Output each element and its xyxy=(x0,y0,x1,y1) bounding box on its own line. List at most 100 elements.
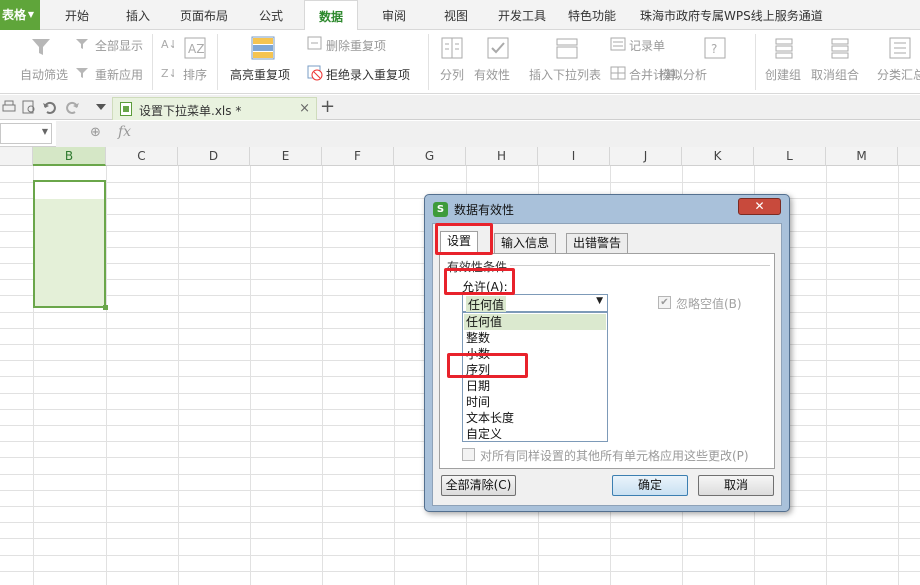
tab-error-alert[interactable]: 出错警告 xyxy=(566,233,629,253)
option-any-value[interactable]: 任何值 xyxy=(464,314,606,330)
reapply-button[interactable]: 重新应用 xyxy=(95,66,143,83)
tab-home[interactable]: 开始 xyxy=(65,0,89,30)
tab-developer[interactable]: 开发工具 xyxy=(498,0,546,30)
allow-label: 允许(A): xyxy=(462,280,508,294)
auto-filter-button[interactable]: 自动筛选 xyxy=(20,66,68,83)
column-header[interactable]: H xyxy=(466,147,538,166)
tab-data[interactable]: 数据 xyxy=(304,0,359,31)
formula-bar: ▼ ⊕ fx xyxy=(0,121,920,147)
tab-review[interactable]: 审阅 xyxy=(382,0,406,30)
split-column-icon xyxy=(441,37,463,59)
tab-gov-service[interactable]: 珠海市政府专属WPS线上服务通道 xyxy=(640,0,823,30)
tab-page-layout[interactable]: 页面布局 xyxy=(180,0,228,30)
option-custom[interactable]: 自定义 xyxy=(466,426,502,442)
insert-dropdown-button[interactable]: 插入下拉列表 xyxy=(529,66,601,83)
split-column-button[interactable]: 分列 xyxy=(440,66,464,83)
redo-icon[interactable] xyxy=(66,100,80,114)
print-preview-icon[interactable] xyxy=(22,100,36,114)
chevron-down-icon[interactable]: ▼ xyxy=(596,296,603,306)
chevron-down-icon: ▼ xyxy=(27,10,34,19)
consolidate-icon xyxy=(610,66,626,80)
settings-panel: 有效性条件 允许(A): 任何值 ▼ ✔ 忽略空值(B) 任何值 整数 小数 序… xyxy=(439,253,775,469)
apply-all-checkbox[interactable] xyxy=(462,448,475,461)
what-if-button[interactable]: 模拟分析 xyxy=(659,66,707,83)
tab-formulas[interactable]: 公式 xyxy=(259,0,283,30)
column-header[interactable]: C xyxy=(106,147,178,166)
reject-duplicates-icon xyxy=(307,65,323,81)
show-all-icon xyxy=(76,39,88,49)
column-header[interactable]: M xyxy=(826,147,898,166)
grid-line xyxy=(0,182,920,183)
option-decimal[interactable]: 小数 xyxy=(466,346,490,362)
fx-icon[interactable]: fx xyxy=(118,124,131,140)
document-tab[interactable]: 设置下拉菜单.xls * × xyxy=(112,97,317,120)
ok-button[interactable]: 确定 xyxy=(612,475,688,496)
tab-input-message[interactable]: 输入信息 xyxy=(494,233,557,253)
chevron-down-icon: ▼ xyxy=(41,127,48,136)
close-tab-icon[interactable]: × xyxy=(299,101,310,116)
record-form-button[interactable]: 记录单 xyxy=(629,37,665,54)
active-cell[interactable] xyxy=(35,182,104,199)
formula-input[interactable]: ⊕ fx xyxy=(56,121,920,147)
app-menu-button[interactable]: 表格 ▼ xyxy=(0,0,40,30)
svg-text:?: ? xyxy=(711,42,717,56)
clear-all-button[interactable]: 全部清除(C) xyxy=(441,475,516,496)
validation-button[interactable]: 有效性 xyxy=(474,66,510,83)
apply-all-label: 对所有同样设置的其他所有单元格应用这些更改(P) xyxy=(480,449,749,463)
reject-duplicates-button[interactable]: 拒绝录入重复项 xyxy=(326,66,410,83)
group-button[interactable]: 创建组 xyxy=(765,66,801,83)
column-header[interactable]: E xyxy=(250,147,322,166)
dialog-title-bar[interactable]: S 数据有效性 ✕ xyxy=(425,195,789,221)
cancel-button[interactable]: 取消 xyxy=(698,475,774,496)
chevron-down-icon[interactable] xyxy=(96,104,106,112)
new-tab-button[interactable]: + xyxy=(320,98,335,116)
ribbon-separator xyxy=(152,34,153,90)
sort-desc-icon: Z↓ xyxy=(161,67,174,80)
print-icon[interactable] xyxy=(2,100,16,114)
sort-icon: AZ xyxy=(184,37,206,59)
tab-settings[interactable]: 设置 xyxy=(440,231,479,254)
dialog-close-button[interactable]: ✕ xyxy=(738,198,781,215)
column-header[interactable]: F xyxy=(322,147,394,166)
column-header[interactable]: I xyxy=(538,147,610,166)
show-all-button[interactable]: 全部显示 xyxy=(95,37,143,54)
grid-line xyxy=(0,522,920,523)
option-date[interactable]: 日期 xyxy=(466,378,490,394)
option-sequence[interactable]: 序列 xyxy=(466,362,490,378)
sort-button[interactable]: 排序 xyxy=(183,66,207,83)
option-whole-number[interactable]: 整数 xyxy=(466,330,490,346)
remove-duplicates-button[interactable]: 删除重复项 xyxy=(326,37,386,54)
option-text-length[interactable]: 文本长度 xyxy=(466,410,514,426)
column-header[interactable]: G xyxy=(394,147,466,166)
selected-range[interactable] xyxy=(33,180,106,308)
allow-select[interactable]: 任何值 ▼ xyxy=(462,294,608,313)
undo-icon[interactable] xyxy=(42,100,56,114)
column-header[interactable]: D xyxy=(178,147,250,166)
tab-special-features[interactable]: 特色功能 xyxy=(568,0,616,30)
ignore-blank-checkbox[interactable]: ✔ xyxy=(658,296,671,309)
highlight-duplicates-button[interactable]: 高亮重复项 xyxy=(230,66,290,83)
column-header[interactable]: L xyxy=(754,147,826,166)
tab-view[interactable]: 视图 xyxy=(444,0,468,30)
tab-insert[interactable]: 插入 xyxy=(126,0,150,30)
column-header[interactable]: B xyxy=(33,147,106,166)
ungroup-button[interactable]: 取消组合 xyxy=(811,66,859,83)
subtotal-button[interactable]: 分类汇总 xyxy=(877,66,920,83)
option-time[interactable]: 时间 xyxy=(466,394,490,410)
grid-line xyxy=(0,538,920,539)
corner-cell[interactable] xyxy=(0,147,33,166)
grid-line xyxy=(0,571,920,572)
filter-icon xyxy=(32,39,50,55)
ribbon-separator xyxy=(755,34,756,90)
validation-icon xyxy=(487,37,509,59)
dialog-body: 设置 输入信息 出错警告 有效性条件 允许(A): 任何值 ▼ ✔ 忽略空值(B… xyxy=(432,223,782,506)
group-icon xyxy=(775,38,793,59)
column-header[interactable]: J xyxy=(610,147,682,166)
spreadsheet-file-icon xyxy=(120,102,132,116)
column-header[interactable]: K xyxy=(682,147,754,166)
record-form-icon xyxy=(610,37,626,51)
zoom-icon[interactable]: ⊕ xyxy=(90,125,101,140)
column-header-row: B C D E F G H I J K L M xyxy=(0,147,920,166)
fill-handle[interactable] xyxy=(103,305,108,310)
name-box[interactable]: ▼ xyxy=(0,123,52,144)
